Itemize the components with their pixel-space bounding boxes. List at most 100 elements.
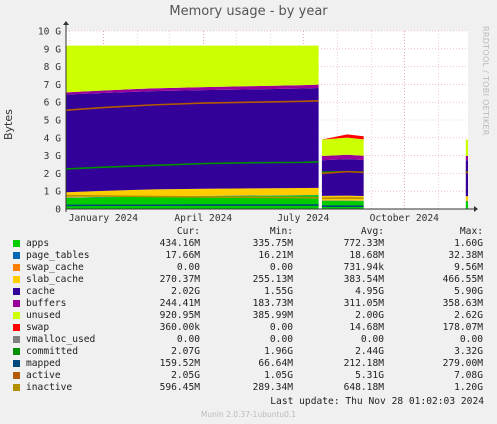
legend-max: 178.07M [442, 322, 483, 333]
y-tick-label: 8 G [44, 62, 62, 73]
legend-avg: 648.18M [343, 382, 384, 393]
y-tick-label: 0 [55, 205, 61, 216]
legend-label: active [26, 370, 61, 381]
legend-swatch [13, 312, 20, 319]
legend-item-apps: apps 434.16M 335.75M 772.33M 1.60G [0, 238, 497, 250]
legend-swatch [13, 336, 20, 343]
legend-item-active: active 2.05G 1.05G 5.31G 7.08G [0, 370, 497, 382]
legend-item-page-tables: page_tables 17.66M 16.21M 18.68M 32.38M [0, 250, 497, 262]
x-tick-label: April 2024 [174, 213, 232, 224]
legend-max: 358.63M [442, 298, 483, 309]
legend-cur: 596.45M [159, 382, 200, 393]
legend-min: 16.21M [258, 250, 293, 261]
legend-item-unused: unused 920.95M 385.99M 2.00G 2.62G [0, 310, 497, 322]
legend-swatch [13, 348, 20, 355]
legend-cur: 434.16M [159, 238, 200, 249]
legend-label: swap_cache [26, 262, 84, 273]
legend-max: 3.32G [454, 346, 483, 357]
y-tick-label: 5 G [44, 116, 62, 127]
legend-cur: 2.05G [171, 370, 200, 381]
legend-item-slab-cache: slab_cache 270.37M 255.13M 383.54M 466.55M [0, 274, 497, 286]
legend-swatch [13, 372, 20, 379]
y-tick-label: 2 G [44, 169, 62, 180]
area-unused [465, 139, 468, 156]
munin-graph: Memory usage - by year Bytes RRDTOOL / T… [0, 0, 497, 424]
y-axis-arrow [63, 21, 69, 25]
y-tick-label: 3 G [44, 151, 62, 162]
y-tick-label: 7 G [44, 80, 62, 91]
legend-min: 0.00 [269, 262, 293, 273]
legend-min: 1.55G [264, 286, 293, 297]
munin-version: Munin 2.0.37-1ubuntu0.1 [200, 410, 297, 419]
legend-avg: 2.44G [355, 346, 384, 357]
legend-label: inactive [26, 382, 73, 393]
legend-min: 289.34M [252, 382, 293, 393]
legend-item-vmalloc-used: vmalloc_used 0.00 0.00 0.00 0.00 [0, 334, 497, 346]
legend-label: cache [26, 286, 55, 297]
y-tick-label: 1 G [44, 187, 62, 198]
legend-item-swap-cache: swap_cache 0.00 0.00 731.94k 9.56M [0, 262, 497, 274]
legend-swatch [13, 276, 20, 283]
legend-avg: 311.05M [343, 298, 384, 309]
legend-cur: 920.95M [159, 310, 200, 321]
legend-min: 335.75M [252, 238, 293, 249]
legend-cur: 159.52M [159, 358, 200, 369]
legend-cur: 244.41M [159, 298, 200, 309]
legend-avg: 2.00G [355, 310, 384, 321]
legend-swatch [13, 288, 20, 295]
legend-avg: 0.00 [360, 334, 384, 345]
legend-min: 66.64M [258, 358, 293, 369]
legend-label: apps [26, 238, 50, 249]
legend-item-committed: committed 2.07G 1.96G 2.44G 3.32G [0, 346, 497, 358]
legend-label: vmalloc_used [26, 334, 96, 345]
legend-label: unused [26, 310, 61, 321]
legend-avg: 772.33M [343, 238, 384, 249]
legend-label: slab_cache [26, 274, 84, 285]
legend-avg: 5.31G [355, 370, 384, 381]
legend-cur: 270.37M [159, 274, 200, 285]
legend-header-cur: Cur: [176, 226, 200, 237]
legend-cur: 17.66M [165, 250, 200, 261]
legend-min: 1.05G [264, 370, 293, 381]
area-buffers [465, 155, 468, 161]
legend-swatch [13, 300, 20, 307]
legend-max: 2.62G [454, 310, 483, 321]
last-update: Last update: Thu Nov 28 01:02:03 2024 [270, 396, 484, 407]
legend-cur: 0.00 [176, 262, 200, 273]
legend-avg: 212.18M [343, 358, 384, 369]
legend-cur: 2.07G [171, 346, 200, 357]
legend-max: 9.56M [454, 262, 483, 273]
legend-item-buffers: buffers 244.41M 183.73M 311.05M 358.63M [0, 298, 497, 310]
legend-header: Cur: Min: Avg: Max: [0, 226, 497, 238]
legend-min: 255.13M [252, 274, 293, 285]
legend-label: buffers [26, 298, 67, 309]
area-apps [465, 201, 468, 209]
area-cache [465, 160, 468, 197]
legend-avg: 4.95G [355, 286, 384, 297]
legend-header-max: Max: [459, 226, 483, 237]
y-tick-label: 6 G [44, 98, 62, 109]
legend-swatch [13, 384, 20, 391]
legend-max: 5.90G [454, 286, 483, 297]
legend-min: 385.99M [252, 310, 293, 321]
legend-label: swap [26, 322, 50, 333]
legend-avg: 18.68M [349, 250, 384, 261]
legend-swatch [13, 360, 20, 367]
legend-cur: 2.02G [171, 286, 200, 297]
legend-cur: 360.00k [159, 322, 200, 333]
area-slab-cache [465, 196, 468, 201]
x-axis-arrow [474, 206, 478, 212]
legend-min: 1.96G [264, 346, 293, 357]
legend-min: 183.73M [252, 298, 293, 309]
area-unused [66, 45, 319, 93]
area-unused [321, 137, 364, 156]
legend-swatch [13, 264, 20, 271]
legend-max: 32.38M [448, 250, 483, 261]
legend-header-min: Min: [269, 226, 293, 237]
x-tick-label: January 2024 [69, 213, 139, 224]
area-cache [321, 159, 364, 197]
x-tick-label: July 2024 [277, 213, 329, 224]
legend-label: page_tables [26, 250, 90, 261]
legend-min: 0.00 [269, 322, 293, 333]
legend-max: 0.00 [459, 334, 483, 345]
